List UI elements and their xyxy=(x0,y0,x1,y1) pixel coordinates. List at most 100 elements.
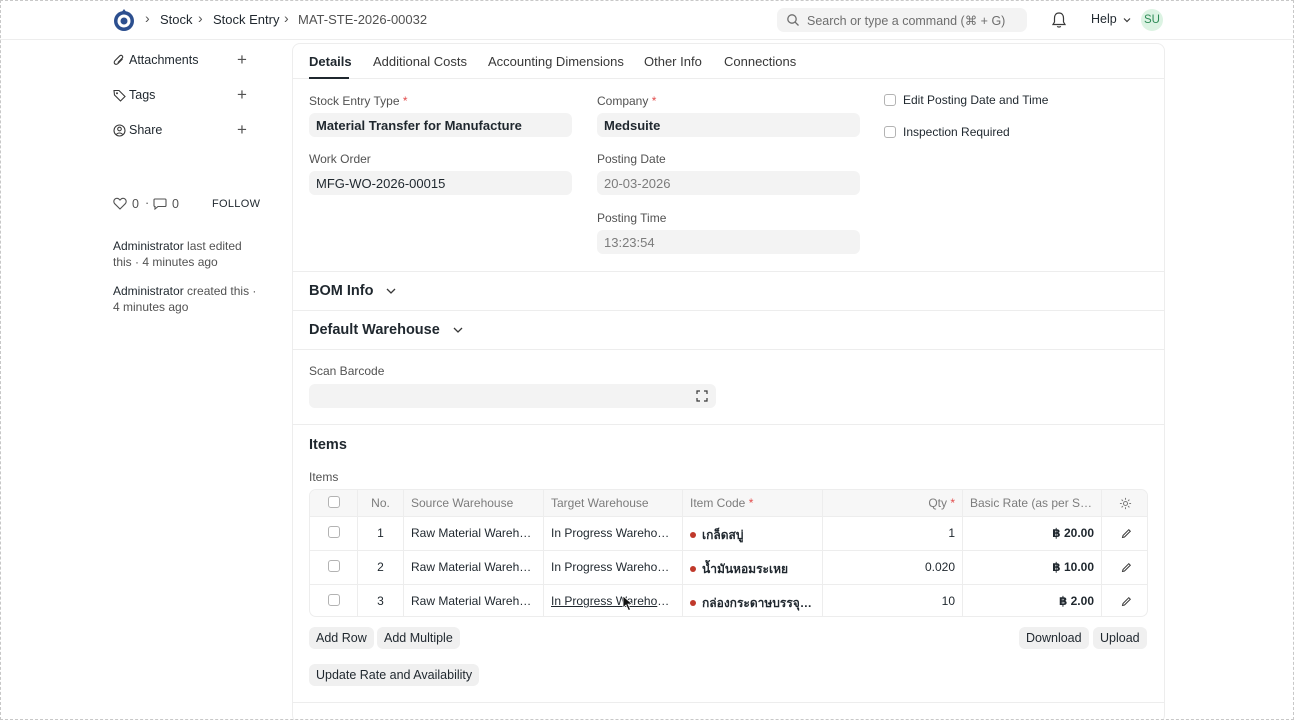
edit-posting-label: Edit Posting Date and Time xyxy=(903,93,1049,107)
upload-button[interactable]: Upload xyxy=(1093,627,1147,649)
share-icon xyxy=(113,124,126,137)
cell-text: ฿ 2.00 xyxy=(1058,594,1094,608)
pencil-icon[interactable] xyxy=(1121,562,1132,573)
cell-basic-rate[interactable]: ฿ 20.00 xyxy=(963,517,1102,550)
cell-source-warehouse[interactable]: Raw Material Warehou... xyxy=(404,585,544,616)
share-label: Share xyxy=(129,123,163,137)
header-qty: Qty * xyxy=(823,490,963,516)
cell-qty[interactable]: 1 xyxy=(823,517,963,550)
search-input[interactable]: Search or type a command (⌘ + G) xyxy=(777,8,1027,32)
mouse-cursor-icon xyxy=(622,595,634,612)
cell-item-code[interactable]: เกล็ดสบู่ xyxy=(683,517,823,550)
table-row[interactable]: 3 Raw Material Warehou... In Progress Wa… xyxy=(310,585,1147,616)
cell-edit xyxy=(1102,585,1147,616)
add-attachment-button[interactable]: + xyxy=(237,50,247,70)
comments-count: 0 xyxy=(172,197,179,211)
form-card xyxy=(292,43,1165,720)
update-rate-button[interactable]: Update Rate and Availability xyxy=(309,664,480,686)
row-checkbox[interactable] xyxy=(328,526,340,538)
cell-basic-rate[interactable]: ฿ 2.00 xyxy=(963,585,1102,616)
posting-date-label: Posting Date xyxy=(597,152,666,166)
chevron-down-icon xyxy=(1123,17,1131,23)
add-row-button[interactable]: Add Row xyxy=(309,627,374,649)
row-checkbox[interactable] xyxy=(328,594,340,606)
gear-icon[interactable] xyxy=(1119,497,1132,510)
status-dot xyxy=(690,566,696,572)
scan-barcode-label: Scan Barcode xyxy=(309,364,385,378)
bom-info-section-toggle[interactable]: BOM Info xyxy=(309,283,397,299)
bell-icon[interactable] xyxy=(1051,11,1067,29)
breadcrumb-stock-entry[interactable]: Stock Entry xyxy=(213,12,279,27)
section-divider xyxy=(293,424,1164,425)
fullscreen-icon[interactable] xyxy=(696,390,708,402)
edit-posting-checkbox-row[interactable]: Edit Posting Date and Time xyxy=(884,93,1048,107)
cell-item-code[interactable]: กล่องกระดาษบรรจุภัณฑ์ xyxy=(683,585,823,616)
user-avatar[interactable]: SU xyxy=(1141,9,1163,31)
required-mark: * xyxy=(402,94,408,108)
default-warehouse-section-toggle[interactable]: Default Warehouse xyxy=(309,322,464,338)
tab-connections[interactable]: Connections xyxy=(724,54,796,69)
cell-target-warehouse[interactable]: In Progress Warehous... xyxy=(544,551,683,584)
stock-entry-type-field[interactable]: Material Transfer for Manufacture xyxy=(309,113,572,137)
cell-basic-rate[interactable]: ฿ 10.00 xyxy=(963,551,1102,584)
header-text: Basic Rate (as per Sto... xyxy=(970,496,1094,510)
pencil-icon[interactable] xyxy=(1121,528,1132,539)
cell-edit xyxy=(1102,517,1147,550)
cell-source-warehouse[interactable]: Raw Material Warehou... xyxy=(404,551,544,584)
navbar: › Stock › Stock Entry › MAT-STE-2026-000… xyxy=(0,0,1294,40)
cell-target-warehouse[interactable]: In Progress Warehous... xyxy=(544,517,683,550)
select-all-checkbox[interactable] xyxy=(328,496,340,508)
tags-label: Tags xyxy=(129,88,156,102)
add-multiple-button[interactable]: Add Multiple xyxy=(377,627,460,649)
form-tabs: Details Additional Costs Accounting Dime… xyxy=(292,43,1165,79)
label-text: Company xyxy=(597,94,649,108)
edit-posting-checkbox[interactable] xyxy=(884,94,896,106)
tab-details[interactable]: Details xyxy=(309,54,352,69)
row-checkbox[interactable] xyxy=(328,560,340,572)
pencil-icon[interactable] xyxy=(1121,596,1132,607)
cell-no: 3 xyxy=(358,585,404,616)
tab-additional-costs[interactable]: Additional Costs xyxy=(373,54,467,69)
table-row[interactable]: 1 Raw Material Warehou... In Progress Wa… xyxy=(310,517,1147,551)
row-select-cell xyxy=(310,551,358,584)
heart-icon[interactable] xyxy=(113,197,127,210)
add-tag-button[interactable]: + xyxy=(237,85,247,105)
cell-text: 10 xyxy=(941,594,955,608)
table-row[interactable]: 2 Raw Material Warehou... In Progress Wa… xyxy=(310,551,1147,585)
cell-item-code[interactable]: น้ำมันหอมระเหย xyxy=(683,551,823,584)
work-order-field[interactable]: MFG-WO-2026-00015 xyxy=(309,171,572,195)
section-divider xyxy=(293,310,1164,311)
table-header-row: No. Source Warehouse Target Warehouse It… xyxy=(310,490,1147,517)
activity-user[interactable]: Administrator xyxy=(113,284,184,298)
follow-button[interactable]: FOLLOW xyxy=(212,198,260,210)
label-text: Stock Entry Type xyxy=(309,94,400,108)
cell-qty[interactable]: 10 xyxy=(823,585,963,616)
tab-other-info[interactable]: Other Info xyxy=(644,54,702,69)
scan-barcode-input[interactable] xyxy=(309,384,716,408)
tab-accounting-dimensions[interactable]: Accounting Dimensions xyxy=(488,54,624,69)
logo-icon[interactable] xyxy=(113,8,135,32)
sidebar-tags: Tags + xyxy=(113,85,258,107)
header-source-warehouse: Source Warehouse xyxy=(404,490,544,516)
download-button[interactable]: Download xyxy=(1019,627,1089,649)
cell-target-warehouse[interactable]: In Progress Warehous... xyxy=(544,585,683,616)
cell-source-warehouse[interactable]: Raw Material Warehou... xyxy=(404,517,544,550)
comment-icon[interactable] xyxy=(153,197,167,210)
activity-user[interactable]: Administrator xyxy=(113,239,184,253)
search-icon xyxy=(787,14,799,26)
cell-qty[interactable]: 0.020 xyxy=(823,551,963,584)
inspection-checkbox[interactable] xyxy=(884,126,896,138)
status-dot xyxy=(690,600,696,606)
add-share-button[interactable]: + xyxy=(237,120,247,140)
activity-created: Administrator created this · 4 minutes a… xyxy=(113,283,263,315)
company-field[interactable]: Medsuite xyxy=(597,113,860,137)
bom-info-title: BOM Info xyxy=(309,283,374,299)
cell-text: ฿ 10.00 xyxy=(1052,560,1094,574)
inspection-checkbox-row[interactable]: Inspection Required xyxy=(884,125,1010,139)
breadcrumb-separator: › xyxy=(284,10,289,26)
help-dropdown[interactable]: Help xyxy=(1091,12,1131,26)
header-settings xyxy=(1102,490,1147,516)
breadcrumb-separator: › xyxy=(145,10,150,26)
cell-text: 2 xyxy=(377,560,384,574)
breadcrumb-stock[interactable]: Stock xyxy=(160,12,193,27)
